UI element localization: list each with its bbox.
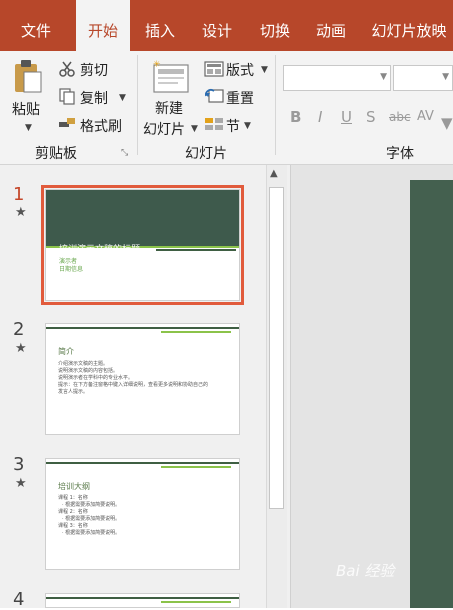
slide-title: 培训演示文稿的标题: [59, 245, 141, 255]
copy-dropdown-icon[interactable]: ▼: [119, 93, 126, 103]
italic-button[interactable]: I: [318, 108, 322, 126]
chevron-down-icon: ▼: [380, 72, 387, 82]
character-spacing-button[interactable]: AV: [417, 109, 434, 124]
slide-thumbnail-3[interactable]: 培训大纲 课程 1：名称 · 根据需要添加简要说明。 课程 2：名称 · 根据需…: [45, 458, 240, 570]
spacing-dropdown-icon[interactable]: ▼: [441, 114, 453, 132]
underline-button[interactable]: U: [341, 108, 352, 126]
clipboard-launcher-icon[interactable]: ⤡: [121, 148, 128, 158]
new-slide-label-line1: 新建: [155, 101, 183, 117]
slide-bullet: 课程 1：名称: [58, 495, 88, 501]
strikethrough-button[interactable]: abc: [389, 110, 411, 124]
scrollbar-thumb[interactable]: [269, 187, 284, 509]
tab-transitions[interactable]: 切换: [248, 0, 302, 51]
ribbon-tabbar: 文件 开始 插入 设计 切换 动画 幻灯片放映: [0, 0, 453, 52]
group-separator: [275, 55, 276, 155]
animation-star-icon: ★: [15, 341, 27, 356]
scroll-up-arrow-icon[interactable]: ▲: [270, 168, 278, 179]
slide-bullet: 说明演示文稿的内容包括。: [58, 368, 119, 374]
slide-bullet: · 根据需要添加简要说明。: [62, 502, 121, 508]
bold-button[interactable]: B: [290, 108, 301, 126]
slide-bullet: 介绍演示文稿的主题。: [58, 361, 109, 367]
slide-bullet: 提示：在下方备注窗格中键入详细说明，查看更多说明和协助自己的: [58, 382, 209, 388]
paste-dropdown-icon[interactable]: ▼: [25, 123, 32, 133]
slide-thumbnail-1[interactable]: 培训演示文稿的标题 演示者 日期信息: [41, 185, 244, 305]
format-painter-icon: [59, 118, 75, 127]
slide-title-background: [46, 190, 239, 246]
slide-accent-bar: [161, 601, 231, 603]
reset-button[interactable]: 重置: [226, 88, 254, 108]
clipboard-group-label: 剪贴板: [35, 146, 77, 162]
slide-number: 1: [13, 184, 25, 205]
slide-bullet: · 根据需要添加简要说明。: [62, 530, 121, 536]
slide-accent-bar: [46, 462, 239, 464]
current-slide-canvas[interactable]: [410, 180, 453, 608]
tab-design[interactable]: 设计: [190, 0, 244, 51]
layout-dropdown-icon[interactable]: ▼: [261, 65, 268, 75]
copy-button[interactable]: 复制: [80, 88, 108, 108]
tab-slideshow[interactable]: 幻灯片放映: [365, 0, 453, 51]
paste-icon: [15, 60, 42, 93]
tab-animations[interactable]: 动画: [304, 0, 358, 51]
slide-accent-bar: [161, 331, 231, 333]
tab-file[interactable]: 文件: [0, 0, 72, 51]
svg-text:✳: ✳: [153, 60, 161, 70]
font-name-combobox[interactable]: ▼: [283, 65, 391, 91]
slide-bullet: 发言人提示。: [58, 389, 89, 395]
format-painter-button[interactable]: 格式刷: [80, 116, 122, 136]
copy-icon: [59, 88, 75, 105]
shadow-button[interactable]: S: [366, 108, 376, 126]
section-icon: [205, 118, 223, 130]
section-dropdown-icon[interactable]: ▼: [244, 121, 251, 131]
chevron-down-icon: ▼: [442, 72, 449, 82]
font-group-label: 字体: [386, 146, 414, 162]
animation-star-icon: ★: [15, 476, 27, 491]
slide-bullet: · 根据需要添加简要说明。: [62, 516, 121, 522]
slide-accent-bar: [161, 466, 231, 468]
slide-bullet: 说明演示者在学科中的专业水平。: [58, 375, 134, 381]
slide-heading: 培训大纲: [58, 482, 90, 491]
slide-accent-bar: [46, 597, 239, 599]
slide-number: 3: [13, 454, 25, 475]
section-button[interactable]: 节: [226, 116, 240, 136]
animation-star-icon: ★: [15, 205, 27, 220]
layout-button[interactable]: 版式: [226, 60, 254, 80]
new-slide-icon: ✳: [153, 60, 189, 93]
cut-button[interactable]: 剪切: [80, 60, 108, 80]
slide-thumbnail-2[interactable]: 简介 介绍演示文稿的主题。 说明演示文稿的内容包括。 说明演示者在学科中的专业水…: [45, 323, 240, 435]
tab-insert[interactable]: 插入: [133, 0, 187, 51]
slide-number: 4: [13, 589, 25, 610]
slide-number: 2: [13, 319, 25, 340]
paste-label: 粘贴: [12, 102, 40, 118]
slide-thumbnail-4[interactable]: [45, 593, 240, 608]
reset-icon: [205, 89, 224, 103]
ribbon-body: 粘贴 ▼ 剪切 复制 ▼ 格式刷 剪贴板 ⤡ ✳ 新建 幻灯片 ▼ 版式 ▼ 重…: [0, 51, 453, 165]
watermark: Bai 经验: [336, 562, 395, 580]
new-slide-label-line2: 幻灯片: [143, 122, 185, 138]
group-separator: [137, 55, 138, 155]
font-size-combobox[interactable]: ▼: [393, 65, 453, 91]
slide-bullet: 课程 2：名称: [58, 509, 88, 515]
layout-icon: [204, 61, 224, 77]
slide-subtitle: 日期信息: [59, 266, 84, 273]
slide-bullet: 课程 3：名称: [58, 523, 88, 529]
new-slide-dropdown-icon[interactable]: ▼: [191, 124, 198, 134]
slide-accent-bar: [156, 249, 236, 251]
slides-group-label: 幻灯片: [185, 146, 227, 162]
tab-home[interactable]: 开始: [76, 0, 130, 52]
slide-heading: 简介: [58, 347, 74, 356]
scissors-icon: [59, 61, 75, 77]
slide-accent-bar: [46, 327, 239, 329]
